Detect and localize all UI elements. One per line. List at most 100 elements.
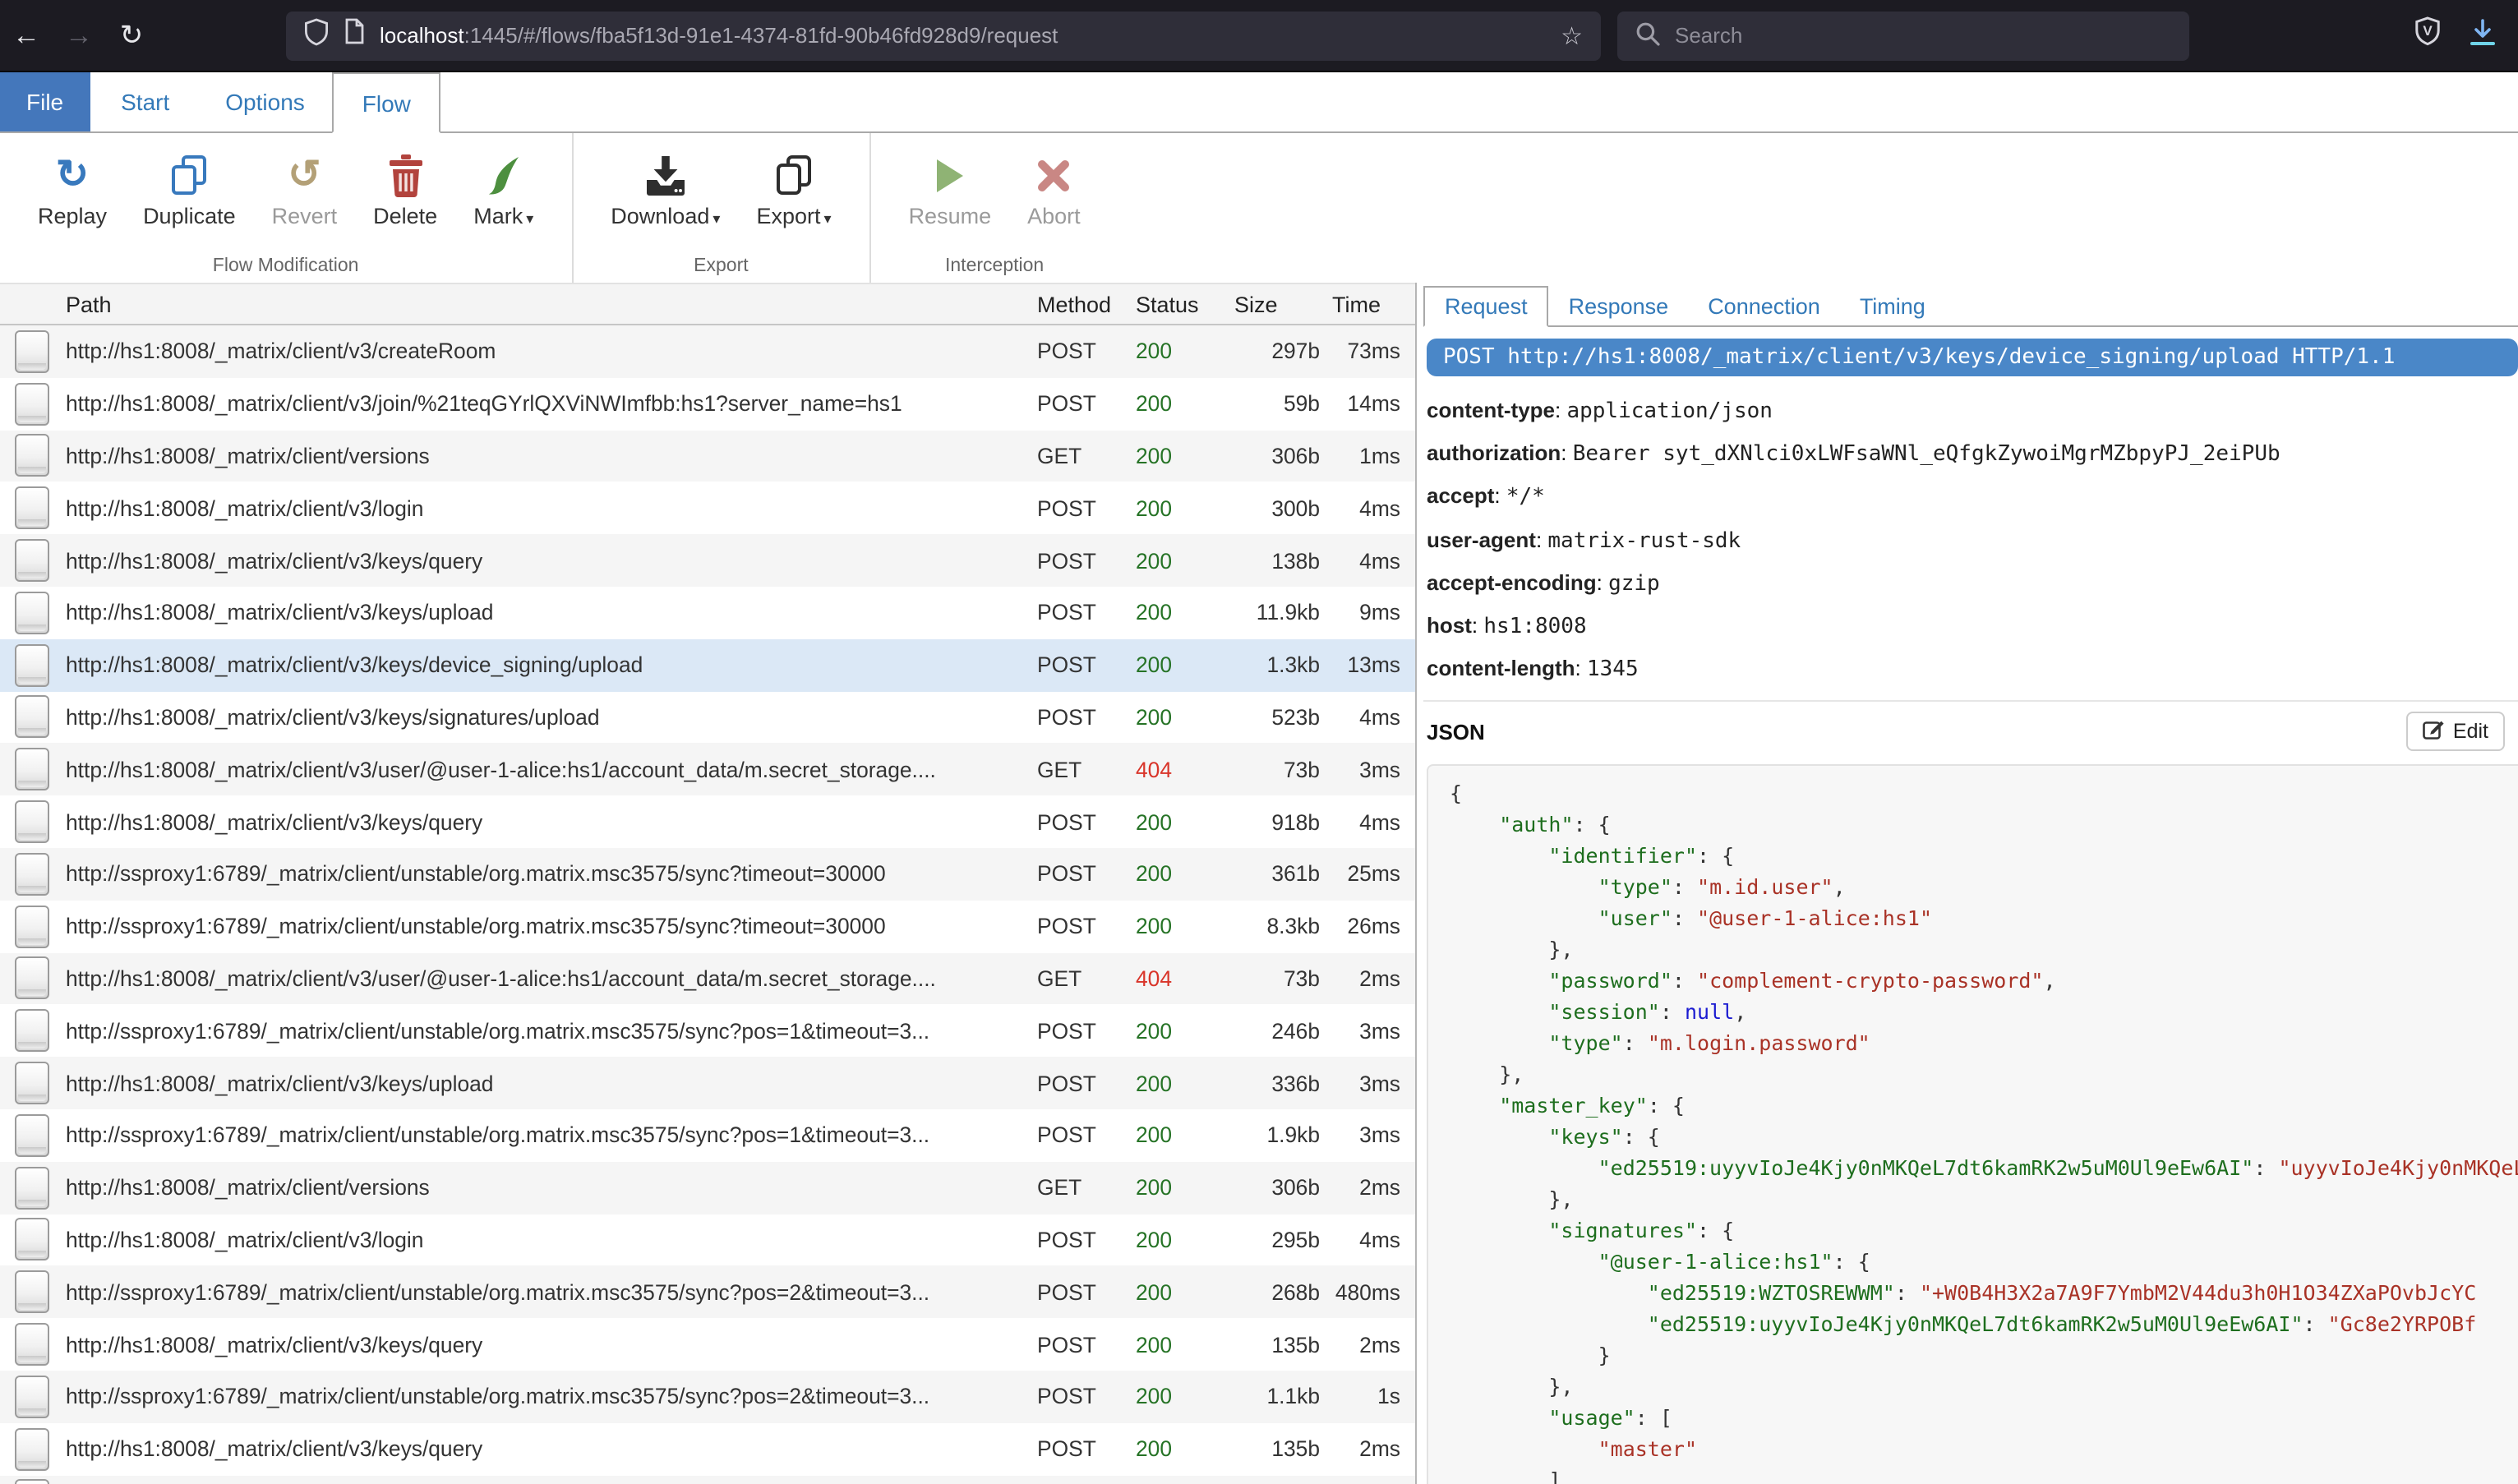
request-line[interactable]: POST http://hs1:8008/_matrix/client/v3/k… bbox=[1427, 339, 2518, 376]
table-row[interactable]: http://ssproxy1:6789/_matrix/client/unst… bbox=[0, 1005, 1415, 1058]
dropdown-caret-icon: ▾ bbox=[526, 210, 533, 227]
browser-search-bar[interactable]: Search bbox=[1617, 11, 2189, 60]
export-button[interactable]: Export▾ bbox=[738, 146, 849, 232]
extension-shield-icon[interactable]: V bbox=[2414, 16, 2441, 54]
tab-file[interactable]: File bbox=[0, 72, 90, 131]
table-row[interactable]: http://hs1:8008/_matrix/client/v3/keys/u… bbox=[0, 587, 1415, 639]
json-line: "keys": { bbox=[1450, 1122, 2518, 1153]
forward-icon[interactable]: → bbox=[53, 19, 105, 52]
group-label-flow-modification: Flow Modification bbox=[20, 251, 551, 279]
resource-icon bbox=[15, 435, 49, 477]
resource-icon bbox=[15, 643, 49, 686]
url-text[interactable]: localhost:1445/#/flows/fba5f13d-91e1-437… bbox=[380, 23, 1058, 48]
table-row[interactable]: http://hs1:8008/_matrix/client/versionsG… bbox=[0, 430, 1415, 482]
resource-icon bbox=[15, 1114, 49, 1157]
table-row[interactable]: http://hs1:8008/_matrix/client/v3/user/@… bbox=[0, 952, 1415, 1005]
dropdown-caret-icon: ▾ bbox=[713, 210, 720, 227]
request-header: accept-encoding: gzip bbox=[1427, 562, 2518, 605]
column-header-path[interactable]: Path bbox=[66, 292, 1037, 316]
table-row[interactable]: http://ssproxy1:6789/_matrix/client/unst… bbox=[0, 1266, 1415, 1319]
column-header-size[interactable]: Size bbox=[1234, 292, 1320, 316]
request-header: accept: */* bbox=[1427, 476, 2518, 518]
duplicate-button[interactable]: Duplicate bbox=[125, 146, 254, 232]
tab-timing[interactable]: Timing bbox=[1840, 288, 1945, 325]
table-row[interactable]: http://hs1:8008/_matrix/client/v3/create… bbox=[0, 325, 1415, 378]
brush-icon bbox=[484, 150, 523, 202]
revert-button[interactable]: ↺ Revert bbox=[254, 146, 356, 232]
json-line: }, bbox=[1450, 934, 2518, 966]
table-row[interactable]: http://ssproxy1:6789/_matrix/client/unst… bbox=[0, 848, 1415, 901]
request-header: content-type: application/json bbox=[1427, 389, 2518, 432]
table-row[interactable]: http://hs1:8008/_matrix/client/v3/user/@… bbox=[0, 744, 1415, 796]
request-header: content-length: 1345 bbox=[1427, 648, 2518, 690]
reload-icon[interactable]: ↻ bbox=[105, 19, 158, 52]
replay-button[interactable]: ↻ Replay bbox=[20, 146, 125, 232]
url-bar[interactable]: localhost:1445/#/flows/fba5f13d-91e1-437… bbox=[286, 11, 1601, 60]
group-label-interception: Interception bbox=[891, 251, 1099, 279]
table-row[interactable]: http://hs1:8008/_matrix/client/v3/loginP… bbox=[0, 1214, 1415, 1266]
table-row[interactable]: http://hs1:8008/_matrix/client/v3/keys/d… bbox=[0, 639, 1415, 692]
table-row[interactable]: http://hs1:8008/_matrix/client/v3/keys/q… bbox=[0, 1318, 1415, 1371]
json-line: "password": "complement-crypto-password"… bbox=[1450, 966, 2518, 997]
svg-text:V: V bbox=[2423, 23, 2433, 39]
json-line: "session": null, bbox=[1450, 997, 2518, 1028]
tab-options[interactable]: Options bbox=[197, 72, 333, 131]
body-format-label: JSON bbox=[1427, 720, 1485, 744]
json-line: "ed25519:WZTOSREWWM": "+W0B4H3X2a7A9F7Ym… bbox=[1450, 1278, 2518, 1309]
group-label-export: Export bbox=[593, 251, 849, 279]
json-line: "type": "m.id.user", bbox=[1450, 872, 2518, 903]
table-row[interactable]: http://ssproxy1:6789/_matrix/client/unst… bbox=[0, 1109, 1415, 1162]
json-line: "identifier": { bbox=[1450, 841, 2518, 872]
resource-icon bbox=[15, 1166, 49, 1209]
resource-icon bbox=[15, 1270, 49, 1313]
request-header: host: hs1:8008 bbox=[1427, 605, 2518, 648]
resource-icon bbox=[15, 1376, 49, 1418]
column-header-method[interactable]: Method bbox=[1037, 292, 1136, 316]
column-header-status[interactable]: Status bbox=[1136, 292, 1234, 316]
json-line: "master" bbox=[1450, 1434, 2518, 1465]
resource-icon bbox=[15, 539, 49, 582]
resource-icon bbox=[15, 957, 49, 1000]
table-row[interactable]: http://hs1:8008/_matrix/client/v3/keys/q… bbox=[0, 534, 1415, 587]
json-line: "user": "@user-1-alice:hs1" bbox=[1450, 903, 2518, 934]
menu-tab-bar: File Start Options Flow bbox=[0, 72, 2518, 133]
tab-connection[interactable]: Connection bbox=[1688, 288, 1840, 325]
abort-button[interactable]: Abort bbox=[1009, 146, 1099, 232]
shield-icon[interactable] bbox=[304, 17, 329, 53]
edit-button[interactable]: Edit bbox=[2407, 712, 2505, 752]
table-row[interactable]: http://hs1:8008/_matrix/client/v3/loginP… bbox=[0, 482, 1415, 535]
table-row[interactable]: http://hs1:8008/_matrix/client/versionsG… bbox=[0, 1162, 1415, 1214]
tab-start[interactable]: Start bbox=[93, 72, 197, 131]
table-row[interactable]: http://ssproxy1:6789/_matrix/client/unst… bbox=[0, 901, 1415, 953]
json-body[interactable]: {"auth": {"identifier": {"type": "m.id.u… bbox=[1427, 765, 2518, 1484]
tab-response[interactable]: Response bbox=[1549, 288, 1689, 325]
table-row[interactable]: http://ssproxy1:6789/_matrix/client/unst… bbox=[0, 1371, 1415, 1423]
column-header-time[interactable]: Time bbox=[1320, 292, 1415, 316]
page-info-icon[interactable] bbox=[344, 18, 365, 53]
resume-button[interactable]: Resume bbox=[891, 146, 1010, 232]
json-line: } bbox=[1450, 1340, 2518, 1371]
flow-table-body: http://hs1:8008/_matrix/client/v3/create… bbox=[0, 325, 1415, 1484]
tab-request[interactable]: Request bbox=[1423, 286, 1549, 327]
download-button[interactable]: Download▾ bbox=[593, 146, 738, 232]
back-icon[interactable]: ← bbox=[0, 19, 53, 52]
table-row[interactable]: http://hs1:8008/_matrix/client/v3/keys/s… bbox=[0, 691, 1415, 744]
bookmark-star-icon[interactable]: ☆ bbox=[1561, 21, 1583, 50]
resource-icon bbox=[15, 800, 49, 843]
mark-button[interactable]: Mark▾ bbox=[455, 146, 551, 232]
request-header: user-agent: matrix-rust-sdk bbox=[1427, 518, 2518, 561]
delete-button[interactable]: Delete bbox=[355, 146, 455, 232]
resource-icon bbox=[15, 853, 49, 896]
json-line: "type": "m.login.password" bbox=[1450, 1028, 2518, 1059]
table-row[interactable]: http://hs1:8008/_matrix/client/v3/join/%… bbox=[0, 378, 1415, 431]
dropdown-caret-icon: ▾ bbox=[824, 210, 832, 227]
table-row[interactable]: http://hs1:8008/_matrix/client/v3/keys/q… bbox=[0, 1422, 1415, 1475]
edit-pencil-icon bbox=[2423, 719, 2445, 745]
downloads-icon[interactable] bbox=[2469, 17, 2497, 53]
table-row[interactable]: http://hs1:8008/_matrix/client/v3/keys/q… bbox=[0, 795, 1415, 848]
json-line: }, bbox=[1450, 1184, 2518, 1215]
json-line: { bbox=[1450, 778, 2518, 809]
tab-flow[interactable]: Flow bbox=[333, 72, 440, 133]
table-row[interactable] bbox=[0, 1475, 1415, 1484]
table-row[interactable]: http://hs1:8008/_matrix/client/v3/keys/u… bbox=[0, 1057, 1415, 1109]
